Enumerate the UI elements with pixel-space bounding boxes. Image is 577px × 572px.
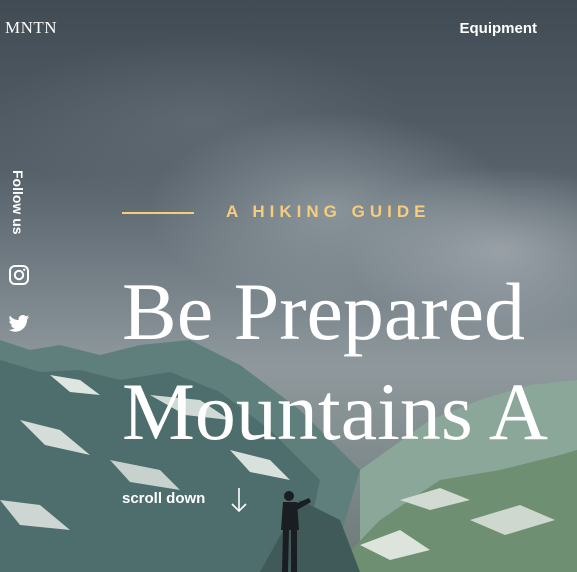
twitter-icon[interactable] <box>8 313 30 335</box>
follow-us-label: Follow us <box>2 170 28 242</box>
headline-line-2: Mountains A <box>122 366 548 457</box>
follow-us-text: Follow us <box>10 170 26 235</box>
eyebrow-line <box>122 212 194 214</box>
hiker-figure <box>281 491 311 572</box>
brand-logo[interactable]: MNTN <box>5 18 57 38</box>
nav-link-equipment[interactable]: Equipment <box>460 20 538 37</box>
hero-headline: Be Prepared Mountains A <box>122 262 548 462</box>
arrow-down-icon[interactable] <box>230 487 248 513</box>
instagram-icon[interactable] <box>8 264 30 286</box>
scroll-down-link[interactable]: scroll down <box>122 490 205 507</box>
headline-line-1: Be Prepared <box>122 266 525 357</box>
eyebrow-text: A HIKING GUIDE <box>226 202 431 221</box>
